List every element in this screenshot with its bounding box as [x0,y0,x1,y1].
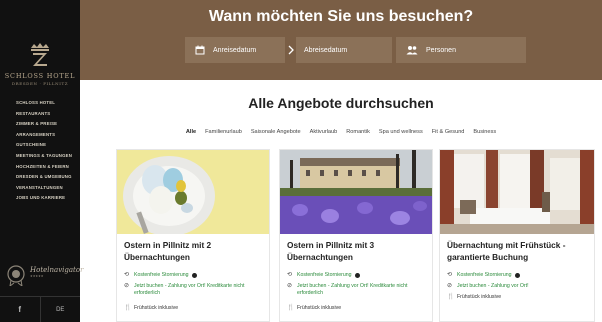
pay-on-site: ⊘ Jetzt buchen - Zahlung vor Ort! [447,283,589,290]
tab-romantik[interactable]: Romantik [346,129,370,135]
hotel-logo[interactable]: SCHLOSS HOTEL DRESDEN · PILLNITZ [0,40,80,86]
history-icon: ⟲ [124,272,130,278]
nav-item-meetings[interactable]: MEETINGS & TAGUNGEN [16,151,72,162]
tab-business[interactable]: Business [473,129,496,135]
arrival-date-label: Anreisedatum [213,46,257,54]
nav-item-jobs[interactable]: JOBS UND KARRIERE [16,193,72,204]
info-icon[interactable] [514,273,520,278]
crown-logo-icon [31,43,49,66]
pay-on-site: ⊘ Jetzt buchen - Zahlung vor Ort! Kredit… [124,283,266,297]
people-icon [406,46,418,55]
free-cancellation: ⟲ Kostenfreie Stornierung [447,272,589,279]
departure-date-field[interactable]: Abreisedatum [296,37,392,63]
free-cancellation-text: Kostenfreie Stornierung [134,272,189,278]
breakfast-included: 🍴 Frühstück inklusive [124,305,266,312]
nav-item-arrangements[interactable]: ARRANGEMENTS [16,130,72,141]
offers-heading: Alle Angebote durchsuchen [248,95,434,111]
pay-on-site-text: Jetzt buchen - Zahlung vor Ort! [457,283,529,289]
free-cancellation-text: Kostenfreie Stornierung [297,272,352,278]
main-navigation: SCHLOSS HOTEL RESTAURANTS ZIMMER & PREIS… [16,98,72,204]
offer-image-easter-eggs [117,150,269,234]
badge-stars: ★★★★★ [30,274,44,278]
offer-image-crocus-castle [280,150,432,234]
pay-on-site-text: Jetzt buchen - Zahlung vor Ort! Kreditka… [134,283,245,296]
language-switch[interactable]: DE [41,297,81,322]
logo-name: SCHLOSS HOTEL [4,72,76,80]
nav-item-veranstaltungen[interactable]: VERANSTALTUNGEN [16,183,72,194]
offer-filter-tabs: Alle Familienurlaub Saisonale Angebote A… [80,129,602,135]
offer-title[interactable]: Ostern in Pillnitz mit 2 Übernachtungen [124,239,266,263]
check-circle-icon: ⊘ [287,283,293,289]
cutlery-icon: 🍴 [447,294,455,300]
pay-on-site-text: Jetzt buchen - Zahlung vor Ort! Kreditka… [297,283,408,296]
history-icon: ⟲ [447,272,453,278]
breakfast-text: Frühstück inklusive [134,305,179,311]
offer-image-hotel-room [440,150,594,234]
offer-title[interactable]: Übernachtung mit Frühstück - garantierte… [447,239,589,263]
arrival-date-field[interactable]: Anreisedatum [185,37,285,63]
breakfast-included: 🍴 Frühstück inklusive [287,305,429,312]
tab-familienurlaub[interactable]: Familienurlaub [205,129,242,135]
nav-item-dresden[interactable]: DRESDEN & UMGEBUNG [16,172,72,183]
offer-title[interactable]: Ostern in Pillnitz mit 3 Übernachtungen [287,239,429,263]
calendar-icon [195,45,205,55]
badge-title: Hotelnavigator [30,266,84,274]
breakfast-text: Frühstück inklusive [457,294,502,300]
nav-item-zimmer-preise[interactable]: ZIMMER & PREISE [16,119,72,130]
persons-label: Personen [426,46,456,54]
facebook-icon[interactable]: f [0,297,41,322]
persons-field[interactable]: Personen [396,37,526,63]
tab-aktivurlaub[interactable]: Aktivurlaub [310,129,338,135]
tab-alle[interactable]: Alle [186,129,196,135]
booking-hero: Wann möchten Sie uns besuchen? Anreiseda… [80,0,602,80]
offer-card-1[interactable]: Ostern in Pillnitz mit 2 Übernachtungen … [116,149,270,322]
hotelnavigator-badge[interactable]: Hotelnavigator ★★★★★ [6,264,83,290]
info-icon[interactable] [354,273,360,278]
nav-item-gutscheine[interactable]: GUTSCHEINE [16,140,72,151]
free-cancellation: ⟲ Kostenfreie Stornierung [124,272,266,279]
history-icon: ⟲ [287,272,293,278]
offer-card-3[interactable]: Übernachtung mit Frühstück - garantierte… [439,149,595,322]
cutlery-icon: 🍴 [124,305,132,311]
nav-item-restaurants[interactable]: RESTAURANTS [16,109,72,120]
cutlery-icon: 🍴 [287,305,295,311]
departure-date-label: Abreisedatum [304,46,348,54]
free-cancellation-text: Kostenfreie Stornierung [457,272,512,278]
breakfast-included: 🍴 Frühstück inklusive [447,294,589,301]
offer-card-2[interactable]: Ostern in Pillnitz mit 3 Übernachtungen … [279,149,433,322]
tab-saisonale-angebote[interactable]: Saisonale Angebote [251,129,301,135]
tab-spa-wellness[interactable]: Spa und wellness [379,129,423,135]
pay-on-site: ⊘ Jetzt buchen - Zahlung vor Ort! Kredit… [287,283,429,297]
free-cancellation: ⟲ Kostenfreie Stornierung [287,272,429,279]
check-circle-icon: ⊘ [447,283,453,289]
chevron-right-icon [288,45,294,55]
info-icon[interactable] [191,273,197,278]
sidebar-footer: f DE [0,296,80,322]
award-seal-icon [7,265,25,286]
check-circle-icon: ⊘ [124,283,130,289]
breakfast-text: Frühstück inklusive [297,305,342,311]
nav-item-hochzeiten[interactable]: HOCHZEITEN & FEIERN [16,162,72,173]
hero-title: Wann möchten Sie uns besuchen? [208,8,474,25]
sidebar: SCHLOSS HOTEL DRESDEN · PILLNITZ SCHLOSS… [0,0,83,322]
nav-item-schloss-hotel[interactable]: SCHLOSS HOTEL [16,98,72,109]
logo-subtitle: DRESDEN · PILLNITZ [11,81,69,86]
tab-fit-gesund[interactable]: Fit & Gesund [432,129,465,135]
